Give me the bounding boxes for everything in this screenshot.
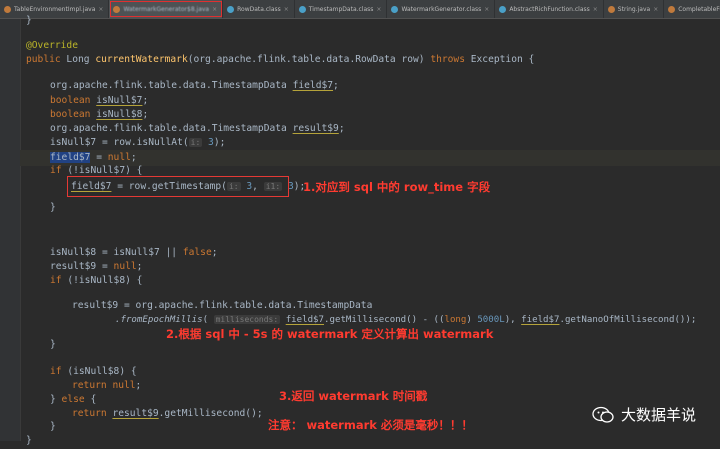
file-type-icon <box>668 5 676 13</box>
close-icon[interactable]: × <box>653 6 658 13</box>
editor-tab[interactable]: String.java × <box>604 0 665 18</box>
editor-tab-label: TimestampData.class <box>308 5 374 13</box>
editor-tab[interactable]: CompletableFut× <box>664 0 720 18</box>
editor-tab-label: TableEnvironmentImpl.java <box>14 5 96 13</box>
editor-tab[interactable]: WatermarkGenerator$8.java × <box>109 0 224 18</box>
code-line: } <box>50 421 56 432</box>
editor-tab-label: CompletableFut <box>678 5 720 13</box>
code-line: isNull$7 = row.isNullAt(i: 3); <box>50 137 226 148</box>
file-type-icon <box>607 5 615 13</box>
file-type-icon <box>227 5 235 13</box>
annotation-2: 2.根据 sql 中 - 5s 的 watermark 定义计算出 waterm… <box>166 327 494 341</box>
code-line: } <box>26 15 32 26</box>
editor-tab[interactable]: RowData.class × <box>223 0 295 18</box>
editor-tab-label: String.java <box>617 5 651 13</box>
highlight-box-1 <box>67 176 289 197</box>
brand-name: 大数据羊说 <box>620 406 696 424</box>
close-icon[interactable]: × <box>284 6 289 13</box>
editor-tab-bar: TableEnvironmentImpl.java × WatermarkGener… <box>0 0 720 19</box>
watermark-brand: 大数据羊说 <box>592 404 696 425</box>
file-type-icon <box>4 5 11 13</box>
close-icon[interactable]: × <box>212 6 217 13</box>
editor-tab-label: WatermarkGenerator.class <box>401 5 482 13</box>
editor-tab[interactable]: AbstractRichFunction.class × <box>495 0 604 18</box>
editor-tab[interactable]: WatermarkGenerator.class × <box>387 0 496 18</box>
code-editor[interactable]: } @Override public Long currentWatermark… <box>0 15 720 446</box>
editor-tab-label: WatermarkGenerator$8.java <box>123 5 210 13</box>
editor-tab[interactable]: TableEnvironmentImpl.java × <box>0 0 110 18</box>
line-gutter <box>0 19 21 441</box>
annotation-3: 3.返回 watermark 时间戳 <box>279 389 428 403</box>
code-line: } <box>50 339 56 350</box>
method-signature: public Long currentWatermark(org.apache.… <box>26 54 535 65</box>
annotation-1: 1.对应到 sql 中的 row_time 字段 <box>303 180 491 194</box>
code-line: } <box>26 435 32 446</box>
code-line: if (!isNull$8) { <box>50 275 143 286</box>
annotation-4: 注意： watermark 必须是毫秒！！！ <box>268 418 473 432</box>
editor-tab-label: RowData.class <box>237 5 281 13</box>
editor-tab[interactable]: TimestampData.class × <box>295 0 388 18</box>
close-icon[interactable]: × <box>593 6 598 13</box>
code-line: } <box>50 202 56 213</box>
close-icon[interactable]: × <box>98 6 103 13</box>
file-type-icon <box>113 5 121 13</box>
file-type-icon <box>499 5 507 13</box>
file-type-icon <box>298 5 306 13</box>
code-line: return result$9.getMillisecond(); <box>72 408 263 419</box>
editor-tab-label: AbstractRichFunction.class <box>509 5 590 13</box>
wechat-icon <box>592 406 614 423</box>
code-line: org.apache.flink.table.data.TimestampDat… <box>50 80 339 91</box>
close-icon[interactable]: × <box>376 6 381 13</box>
close-icon[interactable]: × <box>484 6 489 13</box>
file-type-icon <box>391 5 399 13</box>
